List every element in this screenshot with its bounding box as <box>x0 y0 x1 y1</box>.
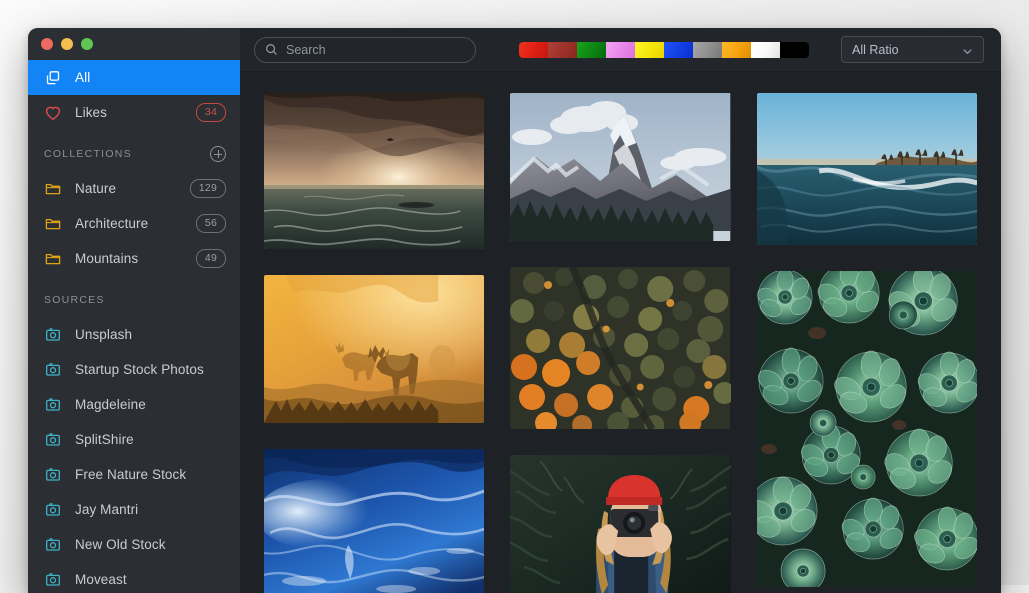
swatch-orange[interactable] <box>722 42 751 58</box>
color-swatch-strip[interactable] <box>519 42 809 58</box>
swatch-magenta[interactable] <box>606 42 635 58</box>
sidebar-item-splitshire[interactable]: SplitShire <box>28 422 240 457</box>
camera-icon <box>44 536 62 554</box>
camera-icon <box>44 571 62 589</box>
collection-count-badge: 49 <box>196 249 226 269</box>
sidebar-item-mountains[interactable]: Mountains 49 <box>28 241 240 276</box>
photo-thumbnail-photographer <box>510 455 730 593</box>
sidebar-item-label: Unsplash <box>75 327 226 342</box>
photo-card[interactable] <box>510 267 730 429</box>
stack-icon <box>44 69 62 87</box>
camera-icon <box>44 431 62 449</box>
collection-count-badge: 129 <box>190 179 226 199</box>
sidebar-item-magdeleine[interactable]: Magdeleine <box>28 387 240 422</box>
photo-card[interactable] <box>757 93 977 245</box>
sidebar-item-all[interactable]: All <box>28 60 240 95</box>
sidebar-item-label: Free Nature Stock <box>75 467 226 482</box>
sidebar-item-label: Startup Stock Photos <box>75 362 226 377</box>
ratio-dropdown[interactable]: All Ratio <box>841 36 984 63</box>
camera-icon <box>44 361 62 379</box>
close-button[interactable] <box>41 38 53 50</box>
likes-count-badge: 34 <box>196 103 226 123</box>
swatch-red[interactable] <box>519 42 548 58</box>
toolbar: Search All Ratio <box>240 28 1001 72</box>
camera-icon <box>44 326 62 344</box>
photo-card[interactable] <box>510 455 730 593</box>
sidebar-item-architecture[interactable]: Architecture 56 <box>28 206 240 241</box>
folder-icon <box>44 250 62 268</box>
maximize-button[interactable] <box>81 38 93 50</box>
sidebar-item-label: Jay Mantri <box>75 502 226 517</box>
sidebar-item-moveast[interactable]: Moveast <box>28 562 240 593</box>
sidebar-item-label: SplitShire <box>75 432 226 447</box>
sidebar-item-unsplash[interactable]: Unsplash <box>28 317 240 352</box>
swatch-dark-red[interactable] <box>548 42 577 58</box>
search-placeholder: Search <box>286 43 326 57</box>
photo-thumbnail-deer-mist <box>264 275 484 423</box>
sidebar-item-new-old-stock[interactable]: New Old Stock <box>28 527 240 562</box>
photo-thumbnail-mountain-peak <box>510 93 730 241</box>
photo-card[interactable] <box>757 271 977 587</box>
photo-grid <box>240 72 1001 593</box>
section-title: COLLECTIONS <box>44 148 210 160</box>
minimize-button[interactable] <box>61 38 73 50</box>
photo-thumbnail-autumn-forest <box>510 267 730 429</box>
sidebar-item-likes[interactable]: Likes 34 <box>28 95 240 130</box>
photo-card[interactable] <box>264 275 484 423</box>
heart-icon <box>44 104 62 122</box>
chevron-down-icon <box>962 44 973 55</box>
photo-card[interactable] <box>510 93 730 241</box>
sidebar-item-label: Likes <box>75 105 183 120</box>
photo-thumbnail-succulents <box>757 271 977 587</box>
collections-section-header: COLLECTIONS <box>28 137 240 171</box>
sidebar-item-label: Magdeleine <box>75 397 226 412</box>
sidebar-item-jay-mantri[interactable]: Jay Mantri <box>28 492 240 527</box>
photo-card[interactable] <box>264 449 484 593</box>
swatch-black[interactable] <box>780 42 809 58</box>
photo-thumbnail-ocean-sunset <box>264 93 484 249</box>
photo-card[interactable] <box>264 93 484 249</box>
photo-thumbnail-blue-water <box>264 449 484 593</box>
sidebar-item-free-nature-stock[interactable]: Free Nature Stock <box>28 457 240 492</box>
folder-icon <box>44 180 62 198</box>
search-input[interactable]: Search <box>254 37 476 63</box>
swatch-yellow[interactable] <box>635 42 664 58</box>
sidebar-item-label: Architecture <box>75 216 183 231</box>
sidebar-item-label: All <box>75 70 226 85</box>
sidebar-item-label: Mountains <box>75 251 183 266</box>
search-icon <box>265 43 278 56</box>
sidebar-item-label: Nature <box>75 181 177 196</box>
plus-circle-icon[interactable] <box>210 146 226 162</box>
sources-section-header: SOURCES <box>28 283 240 317</box>
window-controls <box>28 28 240 60</box>
app-window: All Likes 34 COLLECTIONS Nature 12 <box>28 28 1001 593</box>
camera-icon <box>44 466 62 484</box>
section-title: SOURCES <box>44 294 226 306</box>
sidebar-item-label: New Old Stock <box>75 537 226 552</box>
camera-icon <box>44 396 62 414</box>
swatch-white[interactable] <box>751 42 780 58</box>
photo-thumbnail-wave-coast <box>757 93 977 245</box>
main-content: Search All Ratio <box>240 28 1001 593</box>
swatch-green[interactable] <box>577 42 606 58</box>
ratio-value: All Ratio <box>852 43 962 57</box>
swatch-blue[interactable] <box>664 42 693 58</box>
sidebar-item-nature[interactable]: Nature 129 <box>28 171 240 206</box>
collection-count-badge: 56 <box>196 214 226 234</box>
folder-icon <box>44 215 62 233</box>
swatch-gray[interactable] <box>693 42 722 58</box>
sidebar-item-startup-stock-photos[interactable]: Startup Stock Photos <box>28 352 240 387</box>
camera-icon <box>44 501 62 519</box>
sidebar-scroll-area: All Likes 34 COLLECTIONS Nature 12 <box>28 60 240 593</box>
sidebar: All Likes 34 COLLECTIONS Nature 12 <box>28 28 240 593</box>
